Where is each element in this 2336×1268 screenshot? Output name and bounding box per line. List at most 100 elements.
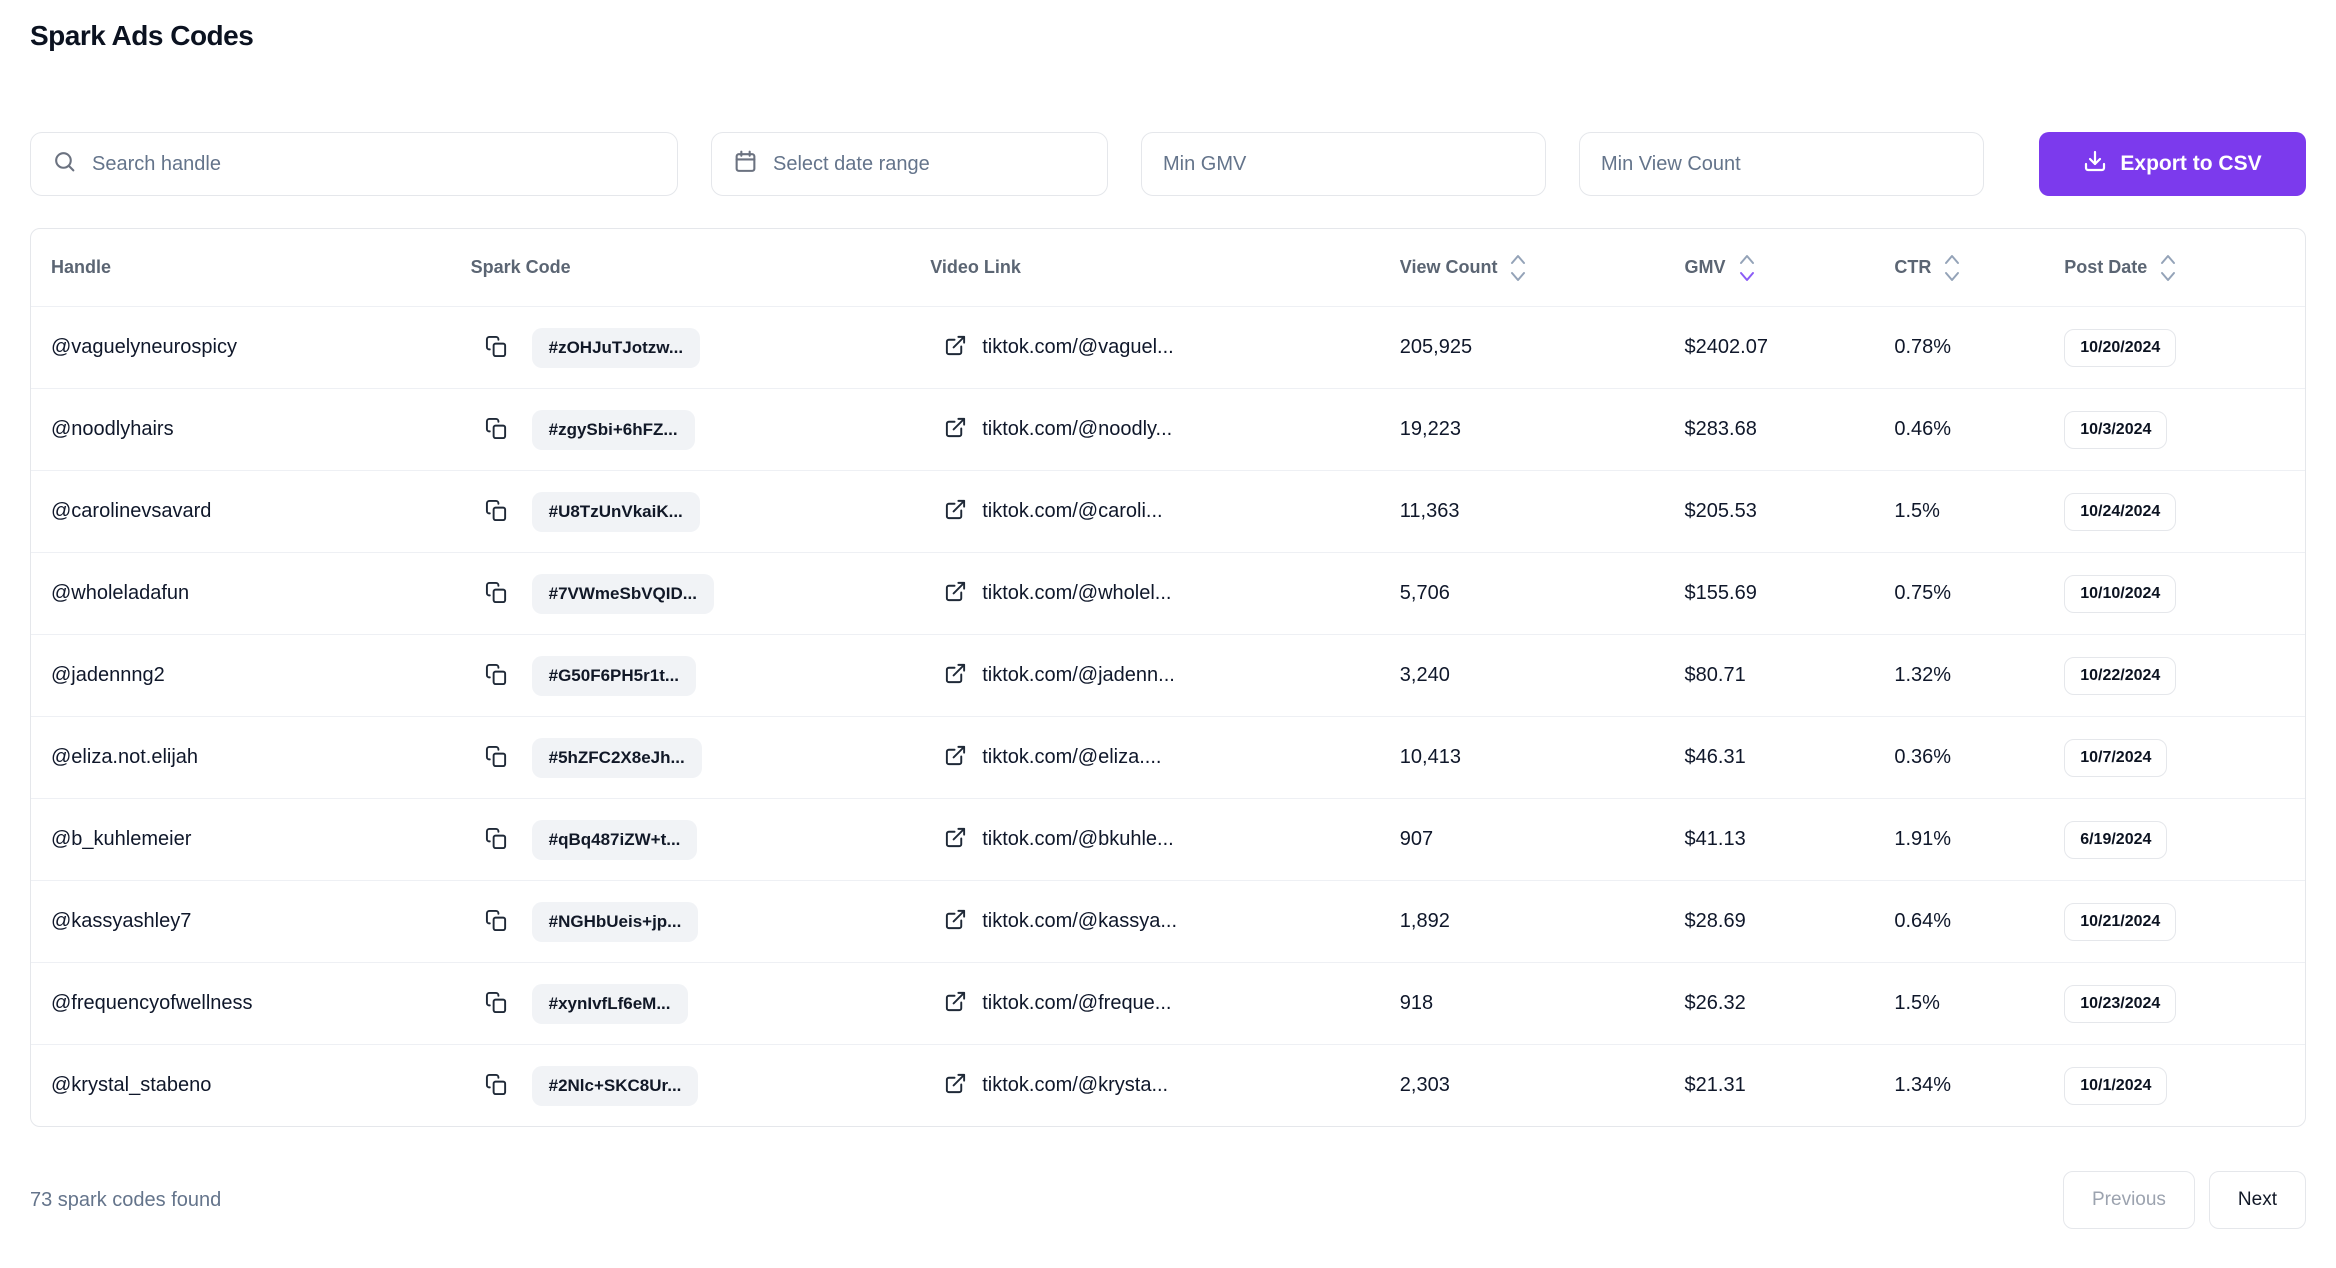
spark-code-chip[interactable]: #zOHJuTJotzw... bbox=[531, 327, 701, 368]
column-header-label: Spark Code bbox=[470, 257, 571, 277]
sort-toggle[interactable] bbox=[1944, 254, 1960, 282]
spark-ads-page: Spark Ads Codes Select date range Export… bbox=[0, 0, 2336, 1229]
video-link[interactable]: tiktok.com/@krysta... bbox=[944, 1072, 1168, 1100]
table-footer: 73 spark codes found Previous Next bbox=[30, 1171, 2306, 1229]
video-link[interactable]: tiktok.com/@bkuhle... bbox=[944, 826, 1174, 854]
column-header-view-count[interactable]: View Count bbox=[1400, 254, 1685, 282]
video-link[interactable]: tiktok.com/@freque... bbox=[944, 990, 1171, 1018]
handle-text: @b_kuhlemeier bbox=[51, 828, 192, 850]
chevron-up-icon bbox=[1739, 254, 1754, 264]
handle-text: @eliza.not.elijah bbox=[51, 746, 199, 768]
column-header-post-date[interactable]: Post Date bbox=[2064, 254, 2305, 282]
copy-code-button[interactable] bbox=[485, 499, 508, 525]
previous-button[interactable]: Previous bbox=[2063, 1171, 2195, 1229]
spark-code-chip[interactable]: #zgySbi+6hFZ... bbox=[531, 409, 695, 450]
view-count-value: 2,303 bbox=[1399, 1074, 1450, 1096]
table-header-row: Handle Spark Code Video Link View Count … bbox=[31, 229, 2305, 306]
column-header-label: Video Link bbox=[930, 257, 1021, 277]
next-button[interactable]: Next bbox=[2208, 1171, 2306, 1229]
column-header-video-link: Video Link bbox=[930, 257, 1400, 278]
copy-icon bbox=[485, 335, 508, 361]
view-count-value: 907 bbox=[1399, 828, 1434, 850]
chevron-down-icon bbox=[1511, 271, 1526, 281]
ctr-value: 0.75% bbox=[1894, 582, 1952, 604]
copy-icon bbox=[485, 417, 508, 443]
copy-code-button[interactable] bbox=[485, 1073, 508, 1099]
spark-code-chip[interactable]: #2Nlc+SKC8Ur... bbox=[531, 1065, 699, 1106]
export-csv-button[interactable]: Export to CSV bbox=[2039, 132, 2306, 196]
chevron-up-icon bbox=[2161, 254, 2176, 264]
column-header-label: Handle bbox=[51, 257, 112, 277]
spark-code-chip[interactable]: #NGHbUeis+jp... bbox=[531, 901, 699, 942]
copy-code-button[interactable] bbox=[485, 335, 508, 361]
view-count-value: 3,240 bbox=[1399, 664, 1450, 686]
copy-icon bbox=[485, 827, 508, 853]
copy-code-button[interactable] bbox=[485, 745, 508, 771]
min-gmv-input[interactable] bbox=[1163, 152, 1524, 176]
column-header-handle: Handle bbox=[31, 257, 471, 278]
post-date-badge: 10/3/2024 bbox=[2064, 410, 2168, 449]
copy-icon bbox=[485, 745, 508, 771]
copy-code-button[interactable] bbox=[485, 581, 508, 607]
min-gmv-field[interactable] bbox=[1141, 132, 1546, 196]
copy-code-button[interactable] bbox=[485, 991, 508, 1017]
video-link[interactable]: tiktok.com/@kassya... bbox=[944, 908, 1177, 936]
view-count-value: 10,413 bbox=[1399, 746, 1461, 768]
external-link-icon bbox=[944, 416, 967, 444]
filter-bar: Select date range Export to CSV bbox=[30, 132, 2306, 196]
spark-code-chip[interactable]: #U8TzUnVkaiK... bbox=[531, 491, 700, 532]
view-count-value: 1,892 bbox=[1399, 910, 1450, 932]
copy-icon bbox=[485, 663, 508, 689]
table-row: @frequencyofwellness #xynIvfLf6eM... tik… bbox=[31, 962, 2305, 1044]
video-link-text: tiktok.com/@freque... bbox=[982, 992, 1172, 1014]
spark-code-chip[interactable]: #G50F6PH5r1t... bbox=[531, 655, 697, 696]
video-link[interactable]: tiktok.com/@eliza.... bbox=[944, 744, 1161, 772]
external-link-icon bbox=[944, 662, 967, 690]
view-count-value: 5,706 bbox=[1399, 582, 1450, 604]
spark-code-chip[interactable]: #7VWmeSbVQID... bbox=[531, 573, 714, 614]
video-link-text: tiktok.com/@kassya... bbox=[982, 910, 1178, 932]
min-view-count-field[interactable] bbox=[1579, 132, 1984, 196]
gmv-value: $41.13 bbox=[1684, 828, 1746, 850]
video-link[interactable]: tiktok.com/@vaguel... bbox=[944, 334, 1174, 362]
ctr-value: 1.32% bbox=[1894, 664, 1952, 686]
handle-text: @kassyashley7 bbox=[51, 910, 192, 932]
post-date-badge: 10/24/2024 bbox=[2064, 492, 2177, 531]
handle-text: @noodlyhairs bbox=[51, 418, 174, 440]
spark-code-chip[interactable]: #5hZFC2X8eJh... bbox=[531, 737, 702, 778]
external-link-icon bbox=[944, 908, 967, 936]
spark-code-chip[interactable]: #xynIvfLf6eM... bbox=[531, 983, 688, 1024]
search-handle-input[interactable] bbox=[92, 152, 656, 176]
column-header-label: CTR bbox=[1894, 257, 1932, 277]
gmv-value: $283.68 bbox=[1684, 418, 1757, 440]
min-view-count-input[interactable] bbox=[1601, 152, 1962, 176]
video-link[interactable]: tiktok.com/@caroli... bbox=[944, 498, 1163, 526]
column-header-ctr[interactable]: CTR bbox=[1894, 254, 2064, 282]
search-handle-field[interactable] bbox=[30, 132, 678, 196]
video-link-text: tiktok.com/@krysta... bbox=[982, 1074, 1169, 1096]
chevron-up-icon bbox=[1945, 254, 1960, 264]
post-date-badge: 10/21/2024 bbox=[2064, 902, 2177, 941]
handle-text: @wholeladafun bbox=[51, 582, 190, 604]
copy-code-button[interactable] bbox=[485, 909, 508, 935]
video-link[interactable]: tiktok.com/@jadenn... bbox=[944, 662, 1175, 690]
copy-icon bbox=[485, 581, 508, 607]
copy-code-button[interactable] bbox=[485, 417, 508, 443]
copy-code-button[interactable] bbox=[485, 663, 508, 689]
ctr-value: 0.64% bbox=[1894, 910, 1952, 932]
column-header-label: Post Date bbox=[2064, 257, 2148, 277]
video-link[interactable]: tiktok.com/@noodly... bbox=[944, 416, 1172, 444]
column-header-gmv[interactable]: GMV bbox=[1685, 254, 1895, 282]
video-link-text: tiktok.com/@jadenn... bbox=[982, 664, 1175, 686]
ctr-value: 1.5% bbox=[1894, 500, 1940, 522]
table-row: @wholeladafun #7VWmeSbVQID... tiktok.com… bbox=[31, 552, 2305, 634]
external-link-icon bbox=[944, 744, 967, 772]
copy-code-button[interactable] bbox=[485, 827, 508, 853]
date-range-picker[interactable]: Select date range bbox=[711, 132, 1108, 196]
sort-toggle[interactable] bbox=[1510, 254, 1526, 282]
spark-code-chip[interactable]: #qBq487iZW+t... bbox=[531, 819, 698, 860]
sort-toggle[interactable] bbox=[1739, 254, 1755, 282]
video-link[interactable]: tiktok.com/@wholel... bbox=[944, 580, 1171, 608]
sort-toggle[interactable] bbox=[2160, 254, 2176, 282]
handle-text: @vaguelyneurospicy bbox=[51, 336, 237, 358]
